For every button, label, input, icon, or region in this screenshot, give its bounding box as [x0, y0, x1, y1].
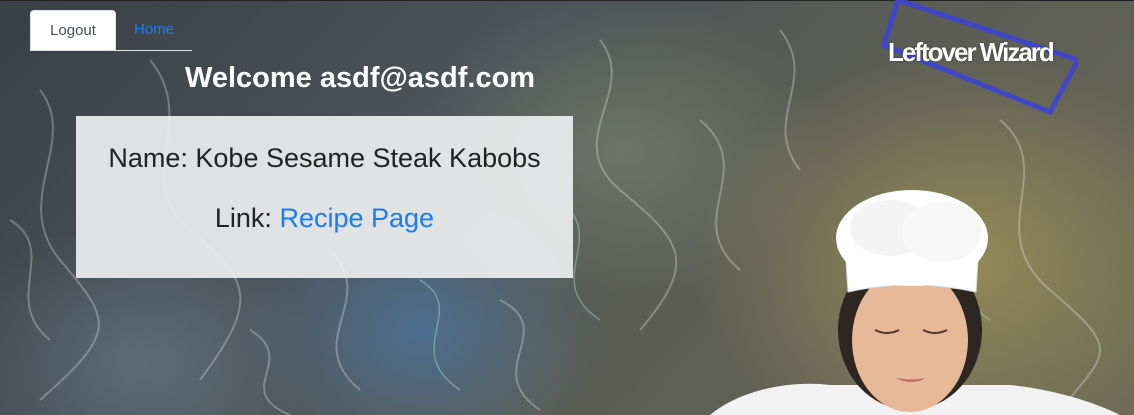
recipe-link-label: Link: [214, 203, 272, 233]
tab-logout[interactable]: Logout [30, 10, 116, 50]
recipe-name-label: Name: [108, 143, 188, 173]
welcome-heading: Welcome asdf@asdf.com [185, 62, 536, 94]
recipe-link-row: Link: Recipe Page [76, 203, 573, 234]
chef-image [710, 190, 1120, 415]
nav-tabs: Logout Home [30, 10, 192, 51]
brand-logo[interactable]: Leftover Wizard [888, 37, 1055, 68]
tab-home[interactable]: Home [116, 10, 192, 50]
recipe-name-row: Name: Kobe Sesame Steak Kabobs [76, 143, 573, 174]
recipe-name-value: Kobe Sesame Steak Kabobs [195, 143, 541, 173]
recipe-page-link[interactable]: Recipe Page [279, 203, 434, 233]
recipe-card: Name: Kobe Sesame Steak Kabobs Link: Rec… [76, 116, 573, 278]
